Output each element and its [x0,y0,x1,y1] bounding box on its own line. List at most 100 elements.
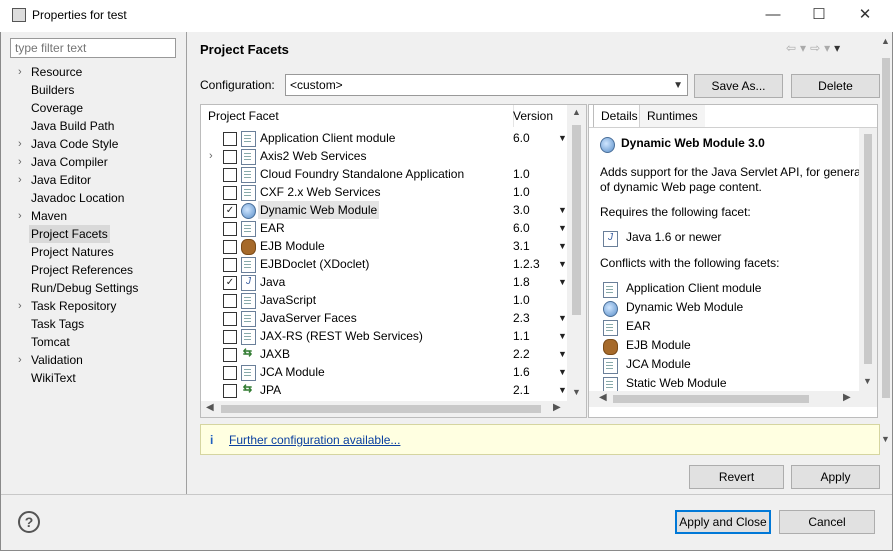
maximize-button[interactable]: ☐ [796,0,842,32]
further-configuration-link[interactable]: Further configuration available... [229,433,400,447]
facet-row[interactable]: JAX-RS (REST Web Services) 1.1 ▼ [201,327,567,345]
facet-version[interactable]: 3.0 [513,201,530,219]
chevron-right-icon[interactable]: › [18,207,22,225]
sidebar-item-java-build-path[interactable]: Java Build Path [0,117,186,135]
facet-version[interactable]: 6.0 [513,129,530,147]
sidebar-item-javadoc-location[interactable]: Javadoc Location [0,189,186,207]
sidebar-item-coverage[interactable]: Coverage [0,99,186,117]
page-scrollbar[interactable]: ▲ ▼ [880,36,892,448]
sidebar-item-wikitext[interactable]: WikiText [0,369,186,387]
facet-row[interactable]: Application Client module 6.0 ▼ [201,129,567,147]
chevron-right-icon[interactable]: › [18,153,22,171]
sidebar-item-resource[interactable]: › Resource [0,63,186,81]
facet-version[interactable]: 1.1 [513,327,530,345]
facet-checkbox[interactable] [223,186,237,200]
facet-checkbox[interactable] [223,330,237,344]
sidebar-item-maven[interactable]: › Maven [0,207,186,225]
sash-divider[interactable] [186,32,187,494]
chevron-right-icon[interactable]: › [18,63,22,81]
help-icon[interactable]: ? [18,511,40,533]
cancel-button[interactable]: Cancel [779,510,875,534]
facet-checkbox[interactable] [223,132,237,146]
back-arrow-icon[interactable]: ⇦▾ [786,41,810,55]
facet-checkbox[interactable] [223,240,237,254]
version-dropdown-icon[interactable]: ▼ [558,219,567,237]
version-dropdown-icon[interactable]: ▼ [558,345,567,363]
facet-row[interactable]: JavaServer Faces 2.3 ▼ [201,309,567,327]
facet-row[interactable]: JavaScript 1.0 [201,291,566,309]
facet-checkbox[interactable] [223,222,237,236]
version-dropdown-icon[interactable]: ▼ [558,255,567,273]
sidebar-item-java-code-style[interactable]: › Java Code Style [0,135,186,153]
facet-checkbox[interactable] [223,312,237,326]
facet-checkbox[interactable] [223,168,237,182]
sidebar-item-builders[interactable]: Builders [0,81,186,99]
version-dropdown-icon[interactable]: ▼ [558,363,567,381]
facet-checkbox[interactable] [223,366,237,380]
facet-version[interactable]: 1.6 [513,363,530,381]
history-nav[interactable]: ⇦▾⇨▾▾ [786,41,844,55]
chevron-right-icon[interactable]: › [18,351,22,369]
column-header-version[interactable]: Version [506,105,575,127]
sidebar-item-task-repository[interactable]: › Task Repository [0,297,186,315]
facet-version[interactable]: 2.2 [513,345,530,363]
facet-checkbox[interactable] [223,384,237,398]
save-as-button[interactable]: Save As... [694,74,783,98]
facet-checkbox[interactable] [223,258,237,272]
version-dropdown-icon[interactable]: ▼ [558,237,567,255]
apply-and-close-button[interactable]: Apply and Close [675,510,771,534]
facet-version[interactable]: 1.8 [513,273,530,291]
version-dropdown-icon[interactable]: ▼ [558,381,567,399]
details-vscrollbar[interactable]: ▼ [859,128,877,391]
minimize-button[interactable]: — [750,0,796,32]
sidebar-item-task-tags[interactable]: Task Tags [0,315,186,333]
version-dropdown-icon[interactable]: ▼ [558,273,567,291]
tab-details[interactable]: Details [593,104,646,127]
sidebar-item-project-facets[interactable]: Project Facets [0,225,186,243]
facet-version[interactable]: 3.1 [513,237,530,255]
facet-row[interactable]: EJBDoclet (XDoclet) 1.2.3 ▼ [201,255,567,273]
facet-version[interactable]: 2.1 [513,381,530,399]
version-dropdown-icon[interactable]: ▼ [558,129,567,147]
column-header-facet[interactable]: Project Facet [201,105,514,127]
chevron-right-icon[interactable]: › [209,147,213,165]
facet-row[interactable]: › Axis2 Web Services [201,147,566,165]
configuration-combo[interactable]: <custom> ▼ [285,74,688,96]
details-hscrollbar[interactable]: ◀ ▶ [589,391,877,407]
chevron-right-icon[interactable]: › [18,135,22,153]
facet-row[interactable]: JCA Module 1.6 ▼ [201,363,567,381]
facet-checkbox[interactable] [223,294,237,308]
forward-arrow-icon[interactable]: ⇨▾ [810,41,834,55]
facet-version[interactable]: 6.0 [513,219,530,237]
facet-row[interactable]: EAR 6.0 ▼ [201,219,567,237]
revert-button[interactable]: Revert [689,465,784,489]
sidebar-item-project-references[interactable]: Project References [0,261,186,279]
facets-hscrollbar[interactable]: ◀ ▶ [201,401,586,417]
sidebar-item-java-compiler[interactable]: › Java Compiler [0,153,186,171]
chevron-right-icon[interactable]: › [18,297,22,315]
facet-row[interactable]: ✓ J Java 1.8 ▼ [201,273,567,291]
facet-row[interactable]: ⇆ JAXB 2.2 ▼ [201,345,567,363]
facets-vscrollbar[interactable]: ▲ ▼ [567,105,586,401]
facet-row[interactable]: EJB Module 3.1 ▼ [201,237,567,255]
sidebar-item-java-editor[interactable]: › Java Editor [0,171,186,189]
close-button[interactable]: ✕ [842,0,888,32]
facet-version[interactable]: 1.2.3 [513,255,540,273]
facet-row[interactable]: Cloud Foundry Standalone Application 1.0 [201,165,566,183]
facet-checkbox[interactable] [223,150,237,164]
facet-row[interactable]: ⇆ JPA 2.1 ▼ [201,381,567,399]
facet-checkbox[interactable]: ✓ [223,276,237,290]
apply-button[interactable]: Apply [791,465,880,489]
filter-input[interactable] [10,38,176,58]
sidebar-item-tomcat[interactable]: Tomcat [0,333,186,351]
delete-button[interactable]: Delete [791,74,880,98]
facet-row[interactable]: CXF 2.x Web Services 1.0 [201,183,566,201]
tab-runtimes[interactable]: Runtimes [639,105,705,127]
facet-row[interactable]: ✓ Dynamic Web Module 3.0 ▼ [201,201,567,219]
version-dropdown-icon[interactable]: ▼ [558,309,567,327]
version-dropdown-icon[interactable]: ▼ [558,327,567,345]
sidebar-item-run-debug-settings[interactable]: Run/Debug Settings [0,279,186,297]
facet-version[interactable]: 2.3 [513,309,530,327]
view-menu-icon[interactable]: ▾ [834,41,844,55]
sidebar-item-project-natures[interactable]: Project Natures [0,243,186,261]
